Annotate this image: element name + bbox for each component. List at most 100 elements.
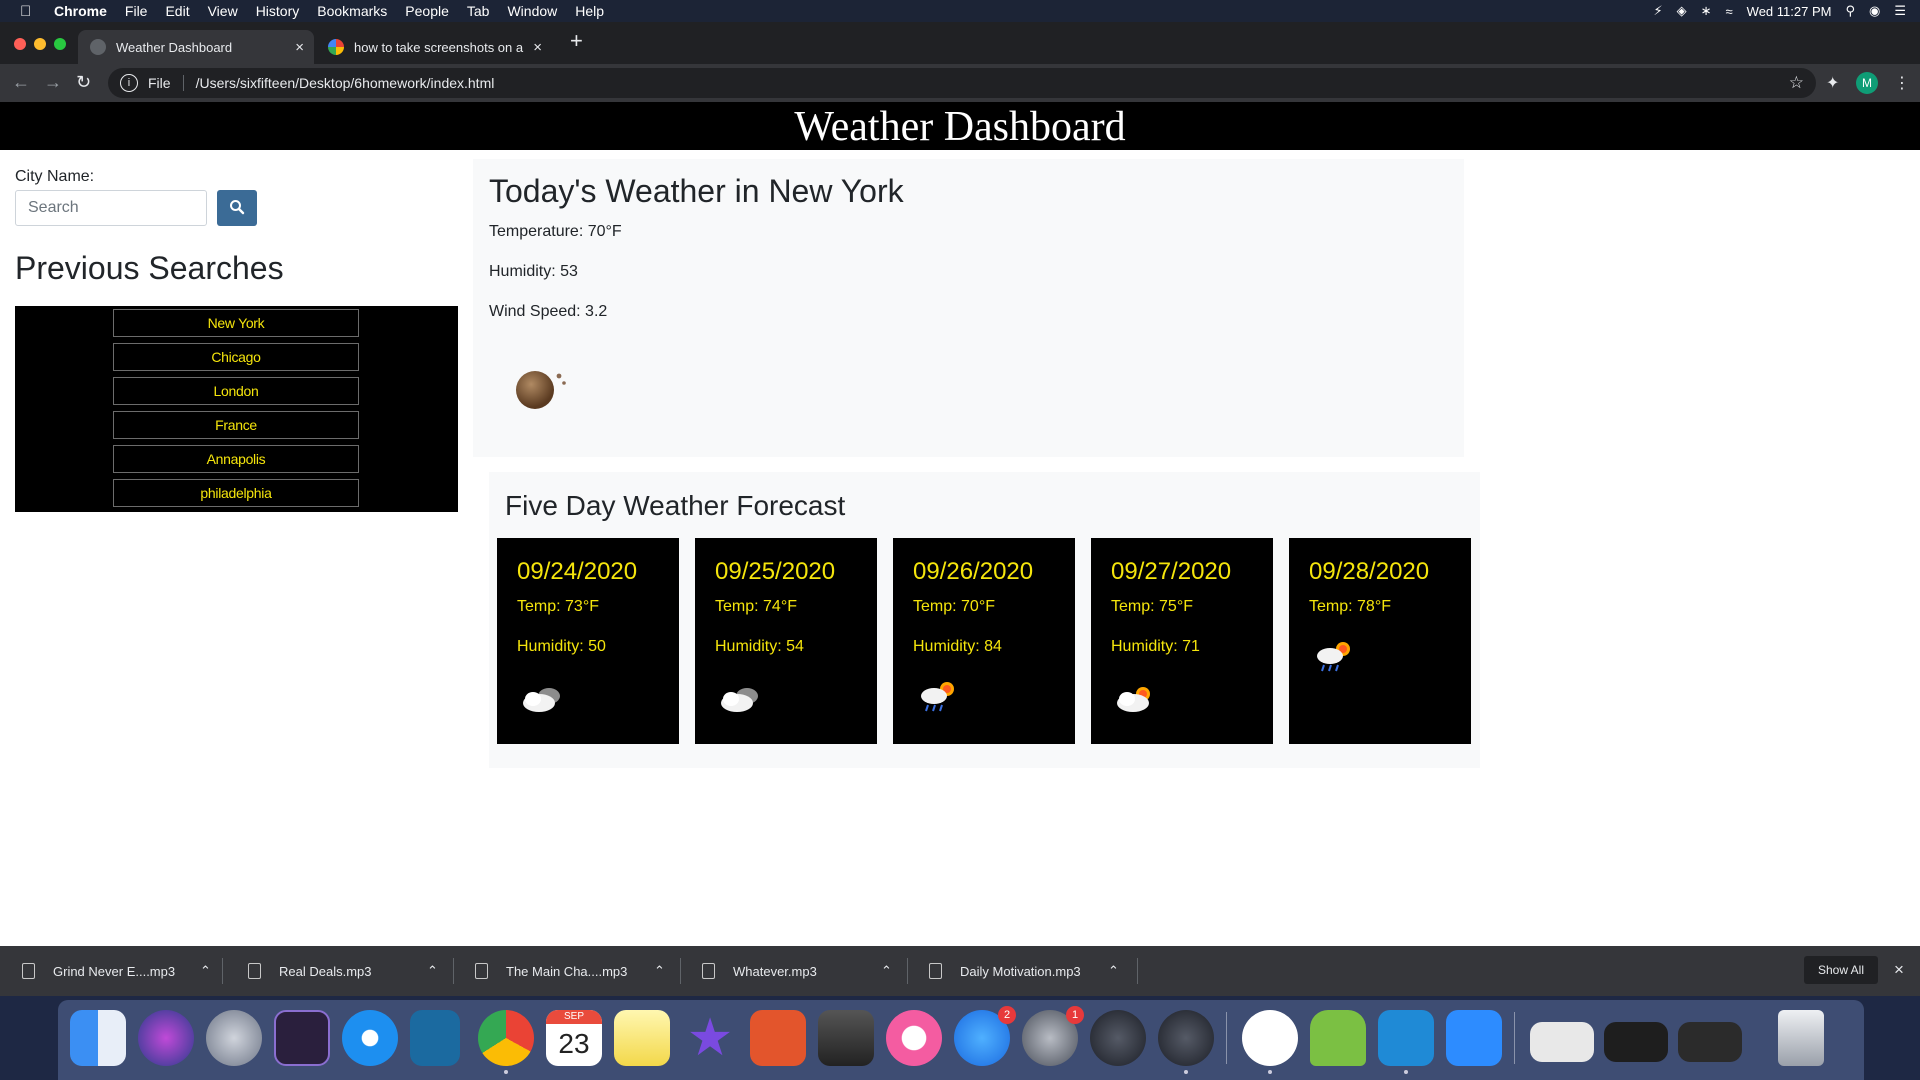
window-zoom-button[interactable]	[54, 38, 66, 50]
search-button[interactable]	[217, 190, 257, 226]
url-text[interactable]: /Users/sixfifteen/Desktop/6homework/inde…	[196, 75, 495, 91]
zoom-video-icon[interactable]	[1446, 1010, 1502, 1066]
extensions-puzzle-icon[interactable]: ✦	[1826, 73, 1839, 93]
forecast-humidity: Humidity: 84	[913, 638, 1002, 655]
reload-icon[interactable]: ↻	[76, 72, 91, 93]
download-item[interactable]: Grind Never E....mp3	[0, 946, 175, 996]
menu-help[interactable]: Help	[575, 3, 604, 19]
previous-search-item[interactable]: philadelphia	[113, 479, 359, 507]
forecast-humidity: Humidity: 71	[1111, 638, 1200, 655]
info-icon[interactable]: i	[120, 74, 138, 92]
forecast-card: 09/24/2020 Temp: 73°F Humidity: 50	[497, 538, 679, 744]
tab-weather-dashboard[interactable]: Weather Dashboard ×	[78, 30, 314, 64]
forecast-date: 09/24/2020	[517, 558, 638, 585]
previous-search-item[interactable]: Annapolis	[113, 445, 359, 473]
search-icon	[230, 199, 245, 214]
profile-avatar[interactable]: M	[1856, 72, 1878, 94]
web-page: Weather Dashboard City Name: Previous Se…	[0, 102, 1920, 946]
minimized-chrome-window[interactable]	[1530, 1022, 1594, 1062]
previous-search-item[interactable]: Chicago	[113, 343, 359, 371]
audio-console-icon[interactable]	[1090, 1010, 1146, 1066]
address-bar[interactable]: i File /Users/sixfifteen/Desktop/6homewo…	[108, 68, 1816, 98]
finder-icon[interactable]	[70, 1010, 126, 1066]
city-name-label: City Name:	[15, 168, 95, 185]
safari-compass-icon[interactable]	[342, 1010, 398, 1066]
siri-icon[interactable]	[138, 1010, 194, 1066]
spotlight-search-icon[interactable]: ⚲	[1845, 3, 1855, 19]
setapp-icon[interactable]: ⚡	[1653, 3, 1662, 19]
app-store-badge: 2	[998, 1006, 1016, 1024]
apple-menu-icon[interactable]: 	[20, 3, 38, 20]
chevron-up-icon[interactable]: ⌃	[427, 946, 438, 996]
audio-device-icon[interactable]: ◈	[1677, 3, 1687, 19]
menu-people[interactable]: People	[405, 3, 449, 19]
recorder-app-icon[interactable]	[750, 1010, 806, 1066]
city-search-input[interactable]	[15, 190, 207, 226]
chevron-up-icon[interactable]: ⌃	[1108, 946, 1119, 996]
window-close-button[interactable]	[14, 38, 26, 50]
audio-monitor-icon[interactable]	[1158, 1010, 1214, 1066]
minimized-vscode-window[interactable]	[1604, 1022, 1668, 1062]
wifi-icon[interactable]: ≈	[1726, 4, 1733, 19]
tab-close-icon[interactable]: ×	[533, 39, 542, 56]
macos-dock: SEP 23 ★ 2 1	[58, 1000, 1864, 1080]
file-icon	[702, 963, 715, 979]
file-icon	[248, 963, 261, 979]
book-app-icon[interactable]	[410, 1010, 460, 1066]
menu-app-name[interactable]: Chrome	[54, 3, 107, 19]
download-item[interactable]: Real Deals.mp3	[226, 946, 372, 996]
previous-search-item[interactable]: London	[113, 377, 359, 405]
download-item[interactable]: Whatever.mp3	[680, 946, 817, 996]
tab-close-icon[interactable]: ×	[295, 39, 304, 56]
running-indicator	[1268, 1070, 1272, 1074]
running-indicator	[1184, 1070, 1188, 1074]
menu-bookmarks[interactable]: Bookmarks	[317, 3, 387, 19]
download-item[interactable]: Daily Motivation.mp3	[907, 946, 1081, 996]
previous-search-item[interactable]: New York	[113, 309, 359, 337]
menubar-status-area: ⚡ ◈ ∗ ≈ Wed 11:27 PM ⚲ ◉ ☰	[1653, 0, 1906, 22]
download-filename: Daily Motivation.mp3	[960, 963, 1081, 979]
menu-history[interactable]: History	[256, 3, 300, 19]
bookmark-star-icon[interactable]: ☆	[1789, 73, 1804, 93]
new-tab-button[interactable]: +	[570, 28, 583, 54]
forecast-temp: Temp: 78°F	[1309, 598, 1391, 615]
launchpad-rocket-icon[interactable]	[206, 1010, 262, 1066]
chevron-up-icon[interactable]: ⌃	[200, 946, 211, 996]
pro-tools-icon[interactable]	[274, 1010, 330, 1066]
tab-screenshots-search[interactable]: how to take screenshots on a r ×	[316, 30, 552, 64]
notification-center-icon[interactable]: ☰	[1894, 3, 1906, 19]
android-studio-icon[interactable]	[1310, 1010, 1366, 1066]
trash-icon[interactable]	[1778, 1010, 1824, 1066]
current-temperature: Temperature: 70°F	[489, 223, 622, 240]
menu-tab[interactable]: Tab	[467, 3, 490, 19]
close-downloads-bar-icon[interactable]: ×	[1894, 960, 1904, 980]
chevron-up-icon[interactable]: ⌃	[881, 946, 892, 996]
imovie-star-icon[interactable]: ★	[682, 1010, 738, 1066]
siri-icon[interactable]: ◉	[1869, 3, 1880, 19]
chrome-menu-icon[interactable]: ⋮	[1894, 73, 1910, 93]
bluetooth-icon[interactable]: ∗	[1701, 3, 1712, 19]
back-arrow-icon[interactable]: ←	[12, 72, 30, 93]
minimized-terminal-window[interactable]	[1678, 1022, 1742, 1062]
menubar-clock[interactable]: Wed 11:27 PM	[1747, 4, 1832, 19]
download-divider	[222, 958, 223, 984]
chrome-icon[interactable]	[478, 1010, 534, 1066]
show-all-downloads-button[interactable]: Show All	[1804, 956, 1878, 984]
calendar-icon[interactable]: SEP 23	[546, 1010, 602, 1066]
notes-icon[interactable]	[614, 1010, 670, 1066]
window-minimize-button[interactable]	[34, 38, 46, 50]
forecast-humidity: Humidity: 50	[517, 638, 606, 655]
menu-file[interactable]: File	[125, 3, 148, 19]
menu-window[interactable]: Window	[507, 3, 557, 19]
rain-sun-icon	[1317, 642, 1350, 672]
music-note-icon[interactable]	[886, 1010, 942, 1066]
vscode-icon[interactable]	[1378, 1010, 1434, 1066]
download-item[interactable]: The Main Cha....mp3	[453, 946, 627, 996]
setapp-icon[interactable]	[1242, 1010, 1298, 1066]
disk-utility-icon[interactable]	[818, 1010, 874, 1066]
menu-view[interactable]: View	[208, 3, 238, 19]
forward-arrow-icon[interactable]: →	[44, 72, 62, 93]
previous-search-item[interactable]: France	[113, 411, 359, 439]
menu-edit[interactable]: Edit	[165, 3, 189, 19]
chevron-up-icon[interactable]: ⌃	[654, 946, 665, 996]
